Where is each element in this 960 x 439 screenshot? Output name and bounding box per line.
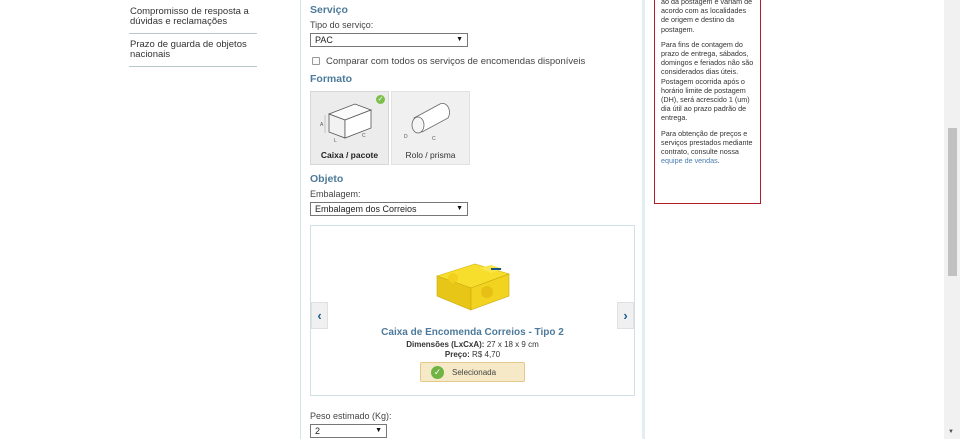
box-format-icon: A L C bbox=[320, 103, 373, 144]
format-label-rolo: Rolo / prisma bbox=[405, 150, 456, 160]
format-option-caixa[interactable]: ✓ A L C Caixa / pacote bbox=[310, 91, 389, 165]
product-price: Preço: R$ 4,70 bbox=[311, 350, 634, 359]
format-option-rolo[interactable]: D C Rolo / prisma bbox=[391, 91, 470, 165]
dropdown-arrow-icon: ▼ bbox=[375, 427, 382, 434]
formato-title: Formato bbox=[310, 73, 352, 85]
yellow-box-image bbox=[436, 263, 510, 311]
dim-letter-c: C bbox=[362, 133, 366, 139]
info-paragraph-3: Para obtenção de preços e serviços prest… bbox=[661, 129, 754, 166]
page-scrollbar[interactable]: ▼ bbox=[944, 0, 960, 439]
sidebar-item-prazo-guarda[interactable]: Prazo de guarda de objetos nacionais bbox=[129, 34, 257, 67]
embalagem-value: Embalagem dos Correios bbox=[315, 204, 417, 214]
carousel-prev-button[interactable]: ‹ bbox=[311, 302, 328, 329]
form-panel: Serviço Tipo do serviço: PAC ▼ Comparar … bbox=[300, 0, 645, 439]
scrollbar-thumb[interactable] bbox=[948, 128, 957, 276]
servico-title: Serviço bbox=[310, 4, 348, 16]
dim-letter-l: L bbox=[334, 138, 337, 144]
tipo-servico-value: PAC bbox=[315, 35, 333, 45]
objeto-title: Objeto bbox=[310, 173, 344, 185]
compare-checkbox[interactable] bbox=[312, 57, 320, 65]
dimensions-value: 27 x 18 x 9 cm bbox=[486, 340, 539, 349]
compare-label: Comparar com todos os serviços de encome… bbox=[326, 56, 586, 67]
info-paragraph-2: Para fins de contagem do prazo de entreg… bbox=[661, 39, 754, 123]
scroll-down-arrow-icon[interactable]: ▼ bbox=[948, 429, 954, 435]
roll-format-icon: D C bbox=[404, 103, 450, 142]
equipe-vendas-link[interactable]: equipe de vendas bbox=[661, 156, 718, 165]
sidebar-item-compromisso[interactable]: Compromisso de resposta a dúvidas e recl… bbox=[129, 0, 257, 34]
info-p3-text: Para obtenção de preços e serviços prest… bbox=[661, 128, 753, 157]
dim-letter-d: D bbox=[404, 134, 408, 140]
peso-select[interactable]: 2 ▼ bbox=[310, 424, 387, 438]
info-box: ao da postagem e variam de acordo com as… bbox=[654, 0, 761, 204]
sidebar: Compromisso de resposta a dúvidas e recl… bbox=[129, 0, 257, 67]
tipo-servico-select[interactable]: PAC ▼ bbox=[310, 33, 468, 47]
peso-value: 2 bbox=[315, 426, 321, 436]
chevron-left-icon: ‹ bbox=[317, 308, 322, 323]
price-label: Preço: bbox=[444, 350, 470, 359]
embalagem-select[interactable]: Embalagem dos Correios ▼ bbox=[310, 202, 468, 216]
dim-letter-a: A bbox=[320, 122, 324, 128]
dim-letter-c-roll: C bbox=[432, 136, 436, 142]
check-circle-icon: ✓ bbox=[431, 366, 444, 379]
tipo-servico-label: Tipo do serviço: bbox=[310, 20, 374, 30]
format-label-caixa: Caixa / pacote bbox=[320, 150, 379, 160]
info-paragraph-1: ao da postagem e variam de acordo com as… bbox=[661, 0, 753, 34]
embalagem-carousel: ‹ › Caixa de Encomenda Correios - Tipo 2… bbox=[310, 225, 635, 396]
selecionada-label: Selecionada bbox=[452, 368, 497, 377]
dimensions-label: Dimensões (LxCxA): bbox=[406, 340, 485, 349]
chevron-right-icon: › bbox=[623, 308, 628, 323]
peso-label: Peso estimado (Kg): bbox=[310, 411, 392, 421]
info-p3-end: . bbox=[717, 156, 720, 166]
carousel-next-button[interactable]: › bbox=[617, 302, 634, 329]
price-value: R$ 4,70 bbox=[472, 350, 501, 359]
selecionada-button[interactable]: ✓ Selecionada bbox=[420, 362, 525, 382]
dropdown-arrow-icon: ▼ bbox=[456, 205, 463, 212]
embalagem-label: Embalagem: bbox=[310, 189, 361, 199]
dropdown-arrow-icon: ▼ bbox=[456, 36, 463, 43]
product-title: Caixa de Encomenda Correios - Tipo 2 bbox=[381, 327, 564, 338]
product-dimensions: Dimensões (LxCxA): 27 x 18 x 9 cm bbox=[311, 340, 634, 349]
